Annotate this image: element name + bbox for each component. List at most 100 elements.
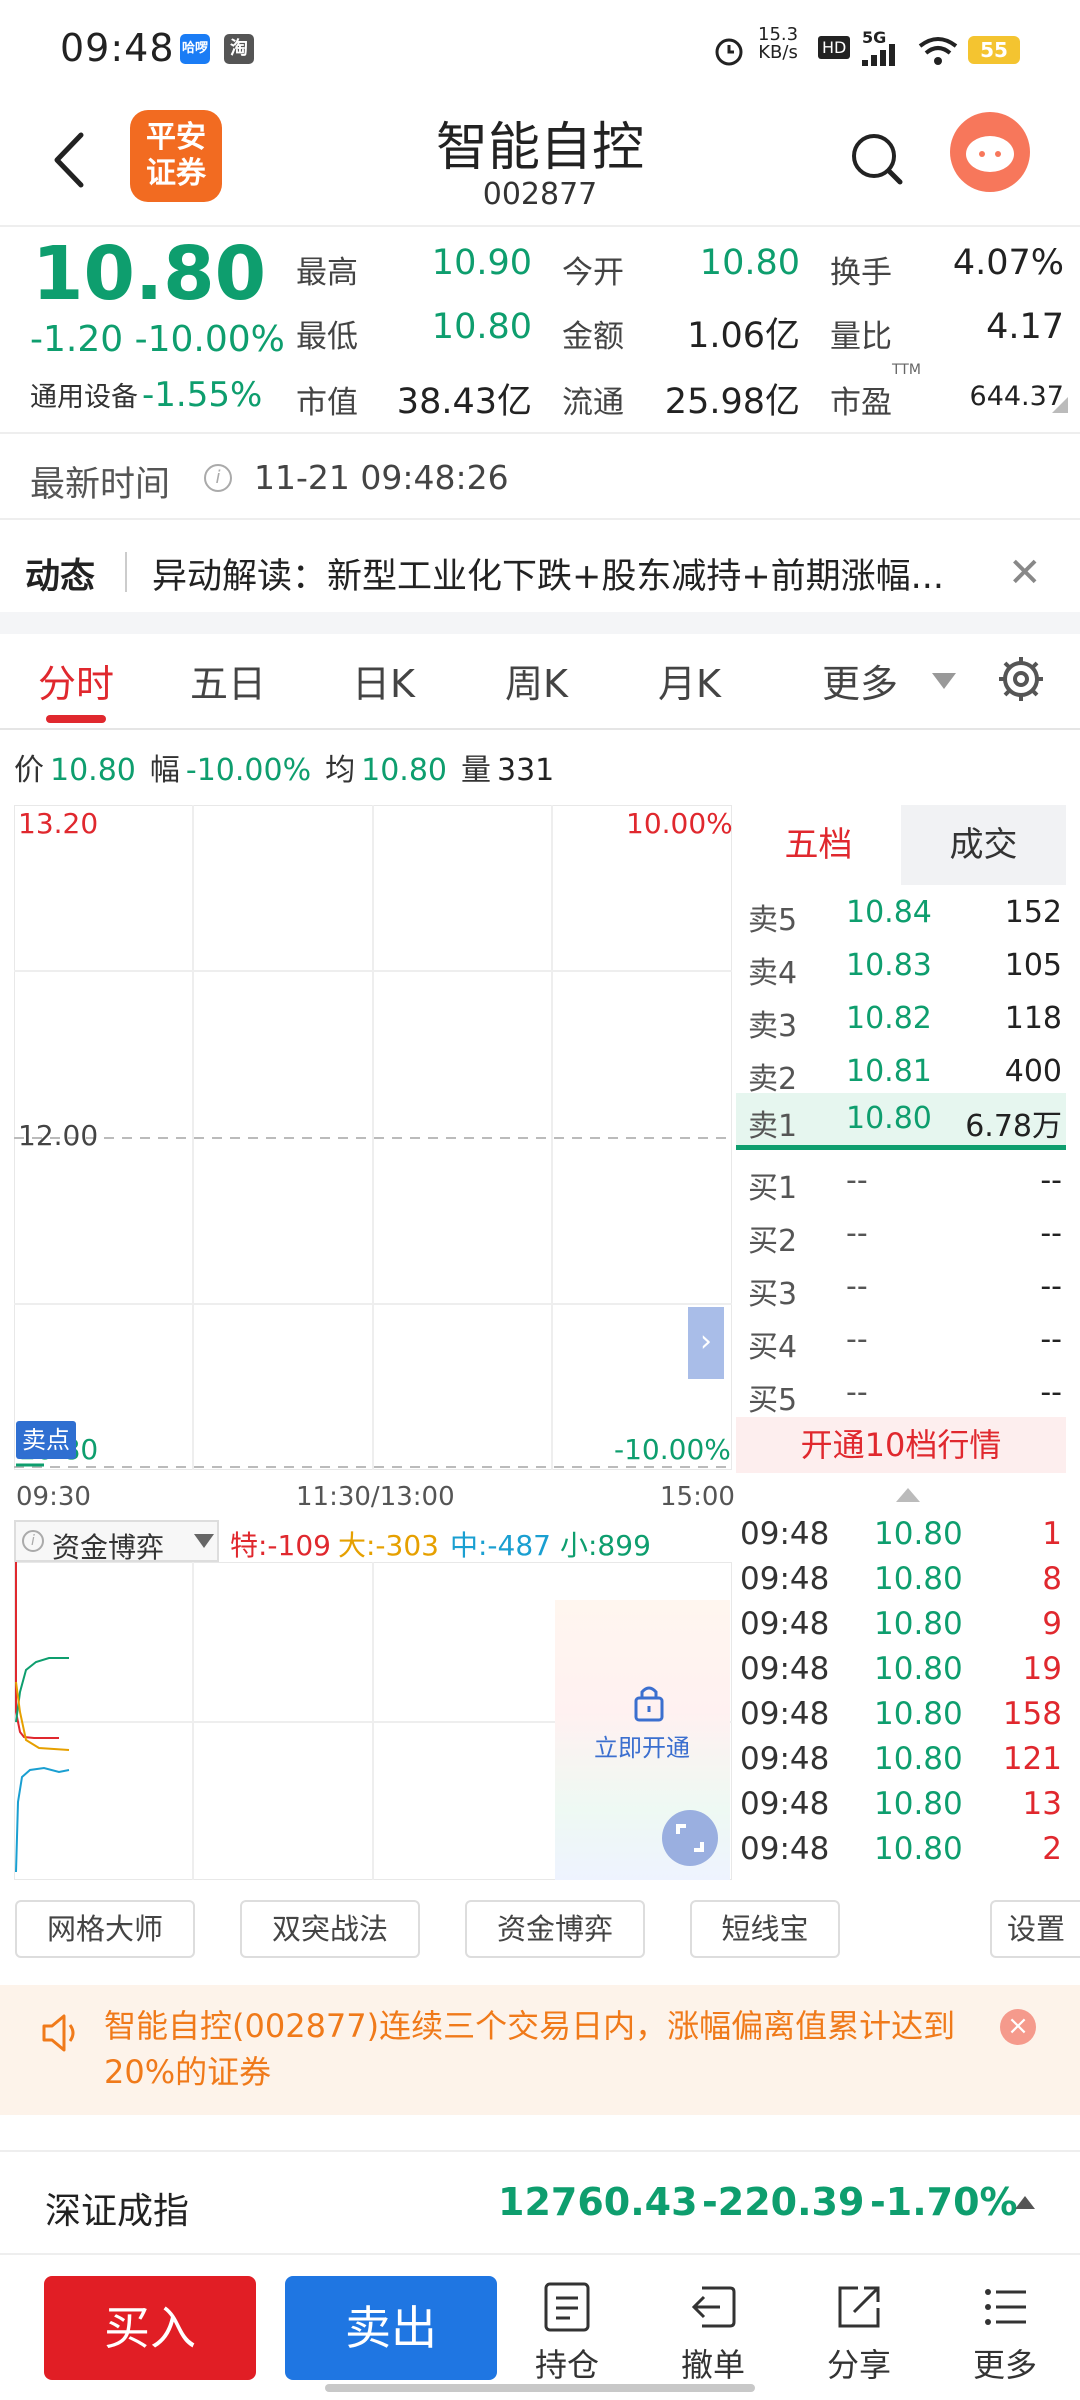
back-arrow-icon[interactable] xyxy=(45,125,95,195)
tick-time: 09:48 xyxy=(740,1651,830,1687)
stock-name: 智能自控 xyxy=(435,118,644,178)
fullscreen-button[interactable] xyxy=(662,1810,718,1866)
news-ticker[interactable]: 动态 异动解读：新型工业化下跌+股东减持+前期涨幅... ✕ xyxy=(0,520,1080,625)
tab-trades[interactable]: 成交 xyxy=(901,805,1066,885)
close-icon[interactable]: × xyxy=(1000,2009,1036,2045)
bid-volume: -- xyxy=(1040,1375,1062,1410)
bid-label: 买2 xyxy=(748,1224,798,1259)
nav-positions[interactable]: 持仓 xyxy=(512,2280,622,2386)
tick-volume: 8 xyxy=(1042,1561,1062,1597)
tick-time: 09:48 xyxy=(740,1741,830,1777)
avg-label: 均 xyxy=(325,753,356,788)
tab-five-levels[interactable]: 五档 xyxy=(736,805,901,885)
ask-row: 卖4 10.83 105 xyxy=(736,940,1066,992)
info-icon[interactable]: i xyxy=(204,464,232,492)
bid-row: 买4 -- -- xyxy=(736,1314,1066,1366)
chevron-up-icon[interactable] xyxy=(1015,2196,1035,2209)
share-icon xyxy=(838,2286,880,2328)
latest-time-row: 最新时间 i 11-21 09:48:26 xyxy=(0,432,1080,520)
high-label: 最高 xyxy=(296,255,358,291)
tick-row: 09:48 10.80 9 xyxy=(736,1606,1066,1651)
tab-five-day[interactable]: 五日 xyxy=(190,653,266,708)
low-label: 最低 xyxy=(296,319,358,355)
tick-price: 10.80 xyxy=(874,1516,963,1552)
index-value: 12760.43 xyxy=(498,2180,698,2224)
order-book-tabs: 五档 成交 xyxy=(736,805,1066,885)
close-icon[interactable]: ✕ xyxy=(1008,550,1042,596)
nav-more-label: 更多 xyxy=(972,2346,1037,2384)
sell-button[interactable]: 卖出 xyxy=(285,2276,497,2380)
tick-time: 09:48 xyxy=(740,1831,830,1867)
section-gap xyxy=(0,612,1080,634)
tick-row: 09:48 10.80 8 xyxy=(736,1561,1066,1606)
open-value: 10.80 xyxy=(699,243,800,283)
nav-share[interactable]: 分享 xyxy=(804,2280,914,2386)
buy-button[interactable]: 买入 xyxy=(44,2276,256,2380)
alert-text: 智能自控(002877)连续三个交易日内，涨幅偏离值累计达到20%的证券 xyxy=(104,2007,956,2091)
search-icon[interactable] xyxy=(848,130,904,186)
ask-volume: 152 xyxy=(1004,895,1062,930)
ask-price: 10.84 xyxy=(846,895,932,930)
tab-intraday[interactable]: 分时 xyxy=(38,653,114,708)
fund-special: 特:-109 xyxy=(230,1529,331,1562)
nav-cancel-label: 撤单 xyxy=(680,2346,745,2384)
nav-share-label: 分享 xyxy=(826,2346,891,2384)
sell-point-marker[interactable]: 卖点 xyxy=(16,1421,76,1459)
tools-settings-button[interactable]: 设置 xyxy=(990,1900,1080,1958)
fund-game-button[interactable]: 资金博弈 xyxy=(465,1900,645,1958)
tick-time: 09:48 xyxy=(740,1516,830,1552)
fullscreen-icon xyxy=(676,1824,704,1852)
chevron-right-icon[interactable]: › xyxy=(688,1307,724,1379)
assistant-avatar[interactable] xyxy=(950,112,1030,192)
chat-bubble-icon xyxy=(966,136,1014,172)
tick-price: 10.80 xyxy=(874,1561,963,1597)
pe-label: 市盈 xyxy=(830,385,892,421)
tab-monthly-k[interactable]: 月K xyxy=(658,653,721,708)
double-breakout-button[interactable]: 双突战法 xyxy=(240,1900,420,1958)
tick-volume: 158 xyxy=(1002,1696,1062,1732)
tab-weekly-k[interactable]: 周K xyxy=(505,653,568,708)
open-10-levels-button[interactable]: 开通10档行情 xyxy=(736,1417,1066,1473)
fund-small: 小:899 xyxy=(560,1529,651,1562)
float-cap-label: 流通 xyxy=(562,385,624,421)
market-cap-value: 38.43亿 xyxy=(396,382,532,422)
current-price: 10.80 xyxy=(32,231,267,317)
fund-large: 大:-303 xyxy=(338,1529,439,1562)
home-indicator[interactable] xyxy=(325,2384,755,2392)
intraday-chart[interactable]: 13.20 12.00 10.80 10.00% -10.00% 卖点 › xyxy=(14,805,733,1470)
avg-value: 10.80 xyxy=(361,753,447,788)
grid-master-button[interactable]: 网格大师 xyxy=(15,1900,195,1958)
ttm-label: TTM xyxy=(892,362,921,378)
open-label: 今开 xyxy=(562,255,624,291)
news-separator xyxy=(125,552,127,592)
gear-icon[interactable] xyxy=(995,653,1047,705)
ask-row: 卖3 10.82 118 xyxy=(736,993,1066,1045)
ask-row: 卖1 10.80 6.78万 xyxy=(736,1093,1066,1145)
tick-row: 09:48 10.80 1 xyxy=(736,1516,1066,1561)
ask-label: 卖4 xyxy=(748,956,798,991)
time-start: 09:30 xyxy=(16,1482,91,1512)
info-icon[interactable]: i xyxy=(22,1530,44,1552)
chart-tabs: 分时 五日 日K 周K 月K 更多 xyxy=(0,635,1080,730)
nav-cancel-order[interactable]: 撤单 xyxy=(658,2280,768,2386)
alert-banner[interactable]: 智能自控(002877)连续三个交易日内，涨幅偏离值累计达到20%的证券 × xyxy=(0,1985,1080,2115)
short-line-button[interactable]: 短线宝 xyxy=(690,1900,840,1958)
tick-row: 09:48 10.80 121 xyxy=(736,1741,1066,1786)
index-change: -220.39 xyxy=(702,2180,865,2224)
tab-more[interactable]: 更多 xyxy=(822,653,898,708)
tick-price: 10.80 xyxy=(874,1741,963,1777)
tick-volume: 19 xyxy=(1022,1651,1062,1687)
ask-row: 卖5 10.84 152 xyxy=(736,887,1066,939)
bid-price: -- xyxy=(846,1163,868,1198)
news-text[interactable]: 异动解读：新型工业化下跌+股东减持+前期涨幅... xyxy=(152,548,1002,599)
index-row[interactable]: 深证成指 12760.43 -220.39 -1.70% xyxy=(0,2150,1080,2255)
fund-selector[interactable]: i 资金博弈 xyxy=(14,1520,219,1564)
tab-daily-k[interactable]: 日K xyxy=(352,653,415,708)
unlock-now-link[interactable]: 立即开通 xyxy=(594,1728,690,1763)
net-speed: 15.3 KB/s xyxy=(758,26,798,62)
quote-panel: 10.80 -1.20 -10.00% 通用设备 -1.55% 最高 10.90 … xyxy=(0,225,1080,430)
nav-more[interactable]: 更多 xyxy=(950,2280,1060,2386)
corner-expand-icon[interactable] xyxy=(1052,397,1068,413)
sector-info[interactable]: 通用设备 -1.55% xyxy=(30,375,262,415)
ask-label: 卖3 xyxy=(748,1009,798,1044)
